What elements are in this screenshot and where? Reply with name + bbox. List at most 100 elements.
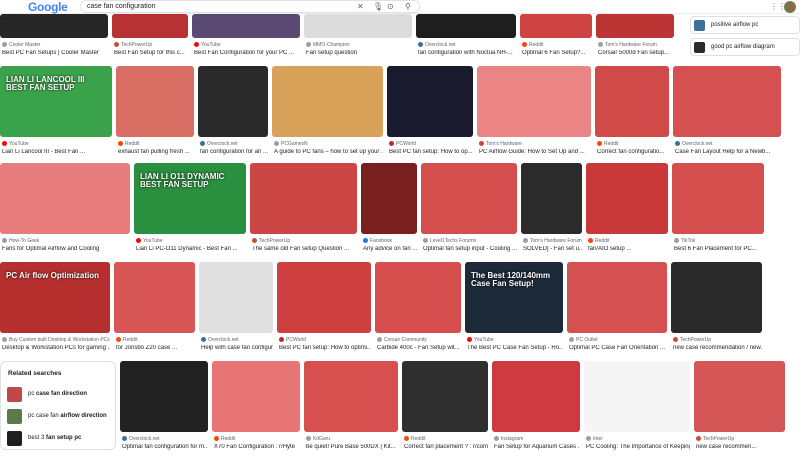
image-result-tile[interactable]: Reddit exhaust fan pulling fresh ...	[116, 66, 194, 162]
image-result-tile[interactable]: Instagram Fan Setup for Aquarium Cases ..…	[492, 361, 580, 457]
mic-icon[interactable]: 🎙	[373, 2, 383, 11]
result-thumbnail[interactable]	[120, 361, 208, 432]
result-thumbnail[interactable]	[416, 14, 516, 38]
result-title[interactable]: Carbide 400c - Fan Setup wit...	[377, 345, 461, 352]
result-source[interactable]: PC Outlet	[569, 337, 667, 343]
image-result-tile[interactable]: Overclock.net fan configuration for an ..…	[198, 66, 268, 162]
image-result-tile[interactable]: PCGamesN A guide to PC fans – how to set …	[272, 66, 383, 162]
result-title[interactable]: Optimal 6 Fan Setup?...	[522, 50, 592, 57]
result-thumbnail[interactable]: LIAN LI O11 DYNAMIC BEST FAN SETUP	[134, 163, 246, 234]
result-thumbnail[interactable]	[520, 14, 592, 38]
result-thumbnail[interactable]: LIAN LI LANCOOL III BEST FAN SETUP	[0, 66, 112, 137]
camera-search-icon[interactable]: ⊙	[387, 2, 394, 11]
result-thumbnail[interactable]	[672, 163, 764, 234]
image-result-tile[interactable]: Intel PC Cooling: The Importance of Keepi…	[584, 361, 690, 457]
result-source[interactable]: Buy Custom built Desktop & Workstation P…	[2, 337, 110, 343]
result-title[interactable]: Help with case fan configur...	[201, 345, 273, 352]
result-title[interactable]: The same old Fan setup Question ...	[252, 246, 357, 253]
result-title[interactable]: Best PC Fan Setups | Cooler Master	[2, 50, 108, 57]
result-title[interactable]: Fans for Optimal Airflow and Cooling	[2, 246, 130, 253]
result-source[interactable]: Tom's Hardware Forum	[523, 238, 582, 244]
result-source[interactable]: Overclock.net	[201, 337, 273, 343]
image-result-tile[interactable]: Corsair Community Carbide 400c - Fan Setu…	[375, 262, 461, 358]
result-thumbnail[interactable]	[402, 361, 488, 432]
result-thumbnail[interactable]	[596, 14, 674, 38]
result-source[interactable]: Reddit	[116, 337, 195, 343]
image-result-tile[interactable]: PCWorld Best PC fan setup: How to op...	[387, 66, 473, 162]
result-source[interactable]: YouTube	[136, 238, 246, 244]
result-title[interactable]: Best PC fan setup: How to optimi...	[279, 345, 371, 352]
result-title[interactable]: Best Fan Configuration for your PC ...	[194, 50, 300, 57]
result-title[interactable]: exhaust fan pulling fresh ...	[118, 149, 194, 156]
result-source[interactable]: Reddit	[404, 436, 488, 442]
result-thumbnail[interactable]	[112, 14, 188, 38]
result-title[interactable]: Desktop & Workstation PCs for gaming ...	[2, 345, 110, 352]
result-thumbnail[interactable]	[199, 262, 273, 333]
google-logo[interactable]: Google	[28, 1, 68, 13]
result-title[interactable]: new case recommendation / new...	[673, 345, 762, 352]
result-source[interactable]: Reddit	[214, 436, 300, 442]
image-result-tile[interactable]: LIAN LI O11 DYNAMIC BEST FAN SETUP YouTub…	[134, 163, 246, 259]
result-title[interactable]: Fan setup question	[306, 50, 412, 57]
result-source[interactable]: PCGamesN	[274, 141, 383, 147]
image-result-tile[interactable]: TechPowerUp The same old Fan setup Questi…	[250, 163, 357, 259]
result-source[interactable]: Corsair Community	[377, 337, 461, 343]
result-thumbnail[interactable]	[567, 262, 667, 333]
result-title[interactable]: SOLVED] - Fan set u...	[523, 246, 582, 253]
result-thumbnail[interactable]: The Best 120/140mm Case Fan Setup!	[465, 262, 563, 333]
result-title[interactable]: Corsair 5000d Fan setup...	[598, 50, 674, 57]
result-source[interactable]: PCWorld	[279, 337, 371, 343]
result-title[interactable]: Best PC fan setup: How to op...	[389, 149, 473, 156]
result-source[interactable]: TikTok	[674, 238, 764, 244]
result-title[interactable]: The Best PC Case Fan Setup - Ho...	[467, 345, 563, 352]
result-title[interactable]: PC Airflow Guide: How to Set Up and ...	[479, 149, 591, 156]
image-result-tile[interactable]: Reddit Correct fan placement ? : r/com...	[402, 361, 488, 457]
result-thumbnail[interactable]: PC Air flow Optimization	[0, 262, 110, 333]
result-thumbnail[interactable]	[192, 14, 300, 38]
image-result-tile[interactable]: Facebook Any advice on fan ...	[361, 163, 417, 259]
result-thumbnail[interactable]	[673, 66, 781, 137]
result-source[interactable]: YouTube	[467, 337, 563, 343]
result-title[interactable]: Case Fan Layout Help for a Newb...	[675, 149, 781, 156]
result-thumbnail[interactable]	[277, 262, 371, 333]
related-search-item[interactable]: best 3 fan setup pc	[7, 431, 113, 447]
image-result-tile[interactable]: Reddit Correct fan configuratio...	[595, 66, 669, 162]
result-source[interactable]: Level1Techs Forums	[423, 238, 517, 244]
result-source[interactable]: Overclock.net	[122, 436, 208, 442]
result-thumbnail[interactable]	[671, 262, 762, 333]
related-search-item[interactable]: pc case fan direction	[7, 387, 113, 403]
result-source[interactable]: TechPowerUp	[114, 42, 188, 48]
result-title[interactable]: Best Fan Setup for this c...	[114, 50, 188, 57]
result-thumbnail[interactable]	[375, 262, 461, 333]
result-title[interactable]: Best 6 Fan Placement for PC...	[674, 246, 764, 253]
result-source[interactable]: KitGuru	[306, 436, 398, 442]
result-source[interactable]: TechPowerUp	[696, 436, 785, 442]
result-title[interactable]: Optimal fan setup input - Cooling ...	[423, 246, 517, 253]
image-result-tile[interactable]: TikTok Best 6 Fan Placement for PC...	[672, 163, 764, 259]
result-thumbnail[interactable]	[521, 163, 582, 234]
result-thumbnail[interactable]	[595, 66, 669, 137]
result-thumbnail[interactable]	[0, 163, 130, 234]
result-title[interactable]: Lian Li PC-O11 Dynamic - Best Fan ...	[136, 246, 246, 253]
image-result-tile[interactable]: Tom's Hardware PC Airflow Guide: How to S…	[477, 66, 591, 162]
result-thumbnail[interactable]	[250, 163, 357, 234]
image-result-tile[interactable]: Overclock.net Optimal fan configuration f…	[120, 361, 208, 457]
result-source[interactable]: Tom's Hardware	[479, 141, 591, 147]
result-thumbnail[interactable]	[492, 361, 580, 432]
result-source[interactable]: Reddit	[597, 141, 669, 147]
image-result-tile[interactable]: PC Air flow Optimization Buy Custom built…	[0, 262, 110, 358]
result-title[interactable]: fan configuration for an ...	[200, 149, 268, 156]
result-source[interactable]: YouTube	[2, 141, 112, 147]
result-source[interactable]: Reddit	[522, 42, 592, 48]
result-thumbnail[interactable]	[114, 262, 195, 333]
image-result-tile[interactable]: Reddit X70 Fan Configuration : r/Hyte	[212, 361, 300, 457]
result-source[interactable]: YouTube	[194, 42, 300, 48]
result-thumbnail[interactable]	[361, 163, 417, 234]
result-source[interactable]: Reddit	[588, 238, 668, 244]
result-source[interactable]: TechPowerUp	[673, 337, 762, 343]
image-result-tile[interactable]: LIAN LI LANCOOL III BEST FAN SETUP YouTub…	[0, 66, 112, 162]
image-result-tile[interactable]: How-To Geek Fans for Optimal Airflow and …	[0, 163, 130, 259]
result-thumbnail[interactable]	[477, 66, 591, 137]
result-source[interactable]: Tom's Hardware Forum	[598, 42, 674, 48]
suggestion-chip-airflow-diagram[interactable]: good pc airflow diagram	[690, 38, 800, 56]
